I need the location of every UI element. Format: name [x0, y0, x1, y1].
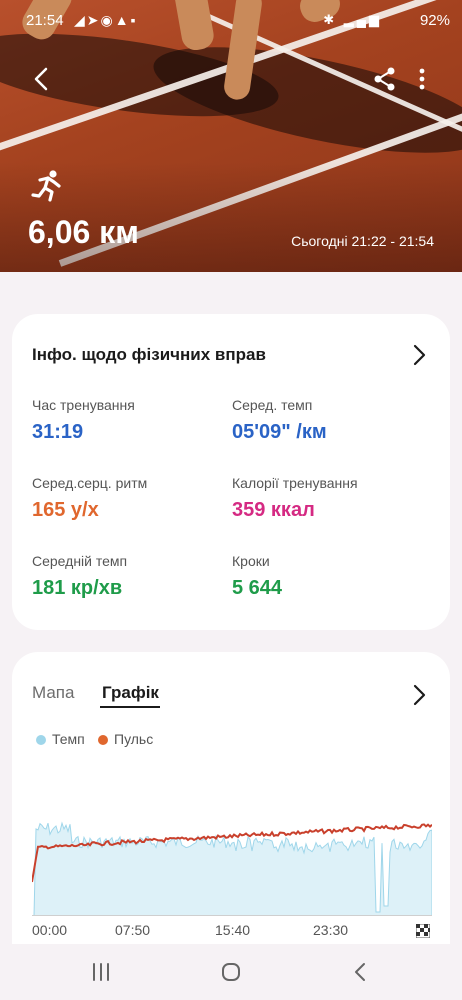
- x-tick-label: 07:50: [115, 922, 151, 938]
- metric-label: Серед. темп: [232, 397, 313, 413]
- signal-icons: ✱ ▂▄▆: [323, 12, 382, 27]
- metric-value: 5 644: [232, 577, 283, 599]
- x-tick-label: 23:30: [313, 922, 349, 938]
- battery-level: 92%: [419, 12, 450, 29]
- x-tick-label: 00:00: [32, 922, 68, 938]
- legend-label: Темп: [52, 731, 85, 747]
- x-tick-label: 15:40: [215, 922, 251, 938]
- distance-value: 6,06 км: [28, 214, 139, 250]
- share-icon: [374, 67, 395, 91]
- back-button[interactable]: [28, 64, 56, 94]
- metric-label: Калорії тренування: [232, 475, 358, 491]
- metric-cadence: Середній темп 181 кр/хв: [32, 553, 222, 600]
- metric-steps: Кроки 5 644: [232, 553, 422, 600]
- metric-label: Середній темп: [32, 553, 128, 569]
- legend-pulse: Пульс: [98, 731, 153, 747]
- legend-pace: Темп: [36, 731, 85, 747]
- home-button[interactable]: [218, 960, 244, 984]
- legend-label: Пульс: [114, 731, 154, 747]
- finish-flag-icon: [415, 923, 431, 939]
- more-vertical-icon: [419, 68, 425, 90]
- status-time: 21:54: [26, 12, 64, 29]
- exercise-info-title: Інфо. щодо фізичних вправ: [32, 345, 266, 364]
- nav-back-button[interactable]: [348, 960, 374, 984]
- status-bar: 21:54 ◢➤◉▲▪ ✱ ▂▄▆ 92%: [0, 8, 462, 36]
- notification-icons: ◢➤◉▲▪: [74, 12, 138, 28]
- back-icon: [355, 963, 365, 981]
- metric-label: Кроки: [232, 553, 270, 569]
- running-icon: [30, 168, 66, 204]
- share-button[interactable]: [372, 66, 398, 92]
- metric-value: 181 кр/хв: [32, 577, 123, 599]
- metric-avg-pace: Серед. темп 05'09" /км: [232, 397, 422, 444]
- metric-label: Час тренування: [32, 397, 135, 413]
- recent-apps-icon: [93, 963, 109, 981]
- chevron-left-icon: [34, 67, 48, 91]
- metric-workout-time: Час тренування 31:19: [32, 397, 222, 444]
- tab-map[interactable]: Мапа: [32, 683, 74, 703]
- metric-calories: Калорії тренування 359 ккал: [232, 475, 422, 522]
- exercise-info-card[interactable]: Інфо. щодо фізичних вправ Час тренування…: [12, 314, 450, 630]
- home-icon: [222, 963, 240, 981]
- chevron-right-icon[interactable]: [410, 343, 428, 367]
- metric-label: Серед.серц. ритм: [32, 475, 148, 491]
- active-tab-indicator: [100, 706, 160, 708]
- pace-pulse-chart[interactable]: [32, 812, 432, 916]
- metric-value: 359 ккал: [232, 499, 315, 521]
- workout-time-range: Сьогодні 21:22 - 21:54: [291, 233, 434, 249]
- system-nav-bar: [0, 944, 462, 1000]
- metric-value: 165 у/х: [32, 499, 99, 521]
- metric-avg-heart-rate: Серед.серц. ритм 165 у/х: [32, 475, 222, 522]
- metric-value: 31:19: [32, 421, 84, 443]
- chevron-right-icon[interactable]: [410, 683, 428, 707]
- more-options-button[interactable]: [412, 66, 432, 92]
- tab-graph[interactable]: Графік: [102, 683, 159, 703]
- metric-value: 05'09" /км: [232, 421, 327, 443]
- legend-dot: [98, 735, 108, 745]
- legend-dot: [36, 735, 46, 745]
- recent-apps-button[interactable]: [88, 960, 114, 984]
